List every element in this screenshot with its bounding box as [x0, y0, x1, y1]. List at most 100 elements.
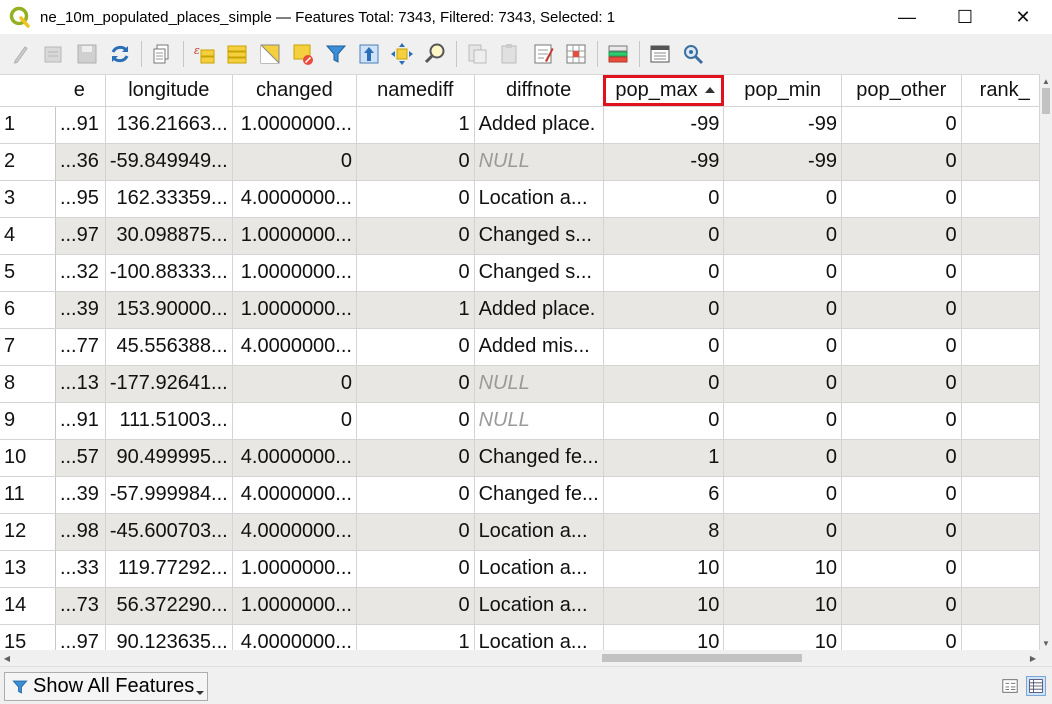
- cell-namediff[interactable]: 0: [356, 365, 475, 403]
- row-header[interactable]: 3: [0, 180, 56, 218]
- cell-pop-max[interactable]: 6: [603, 476, 725, 514]
- column-header-changed[interactable]: changed: [232, 75, 357, 107]
- cell-pop-min[interactable]: 0: [723, 328, 842, 366]
- row-header[interactable]: 15: [0, 624, 56, 650]
- pan-to-selected-button[interactable]: [388, 40, 416, 68]
- cell-longitude[interactable]: 153.90000...: [105, 291, 233, 329]
- cell-truncated[interactable]: 91...: [55, 106, 106, 144]
- cell-diffnote[interactable]: Location a...: [474, 180, 604, 218]
- cell-namediff[interactable]: 0: [356, 587, 475, 625]
- cell-rank[interactable]: [961, 624, 1040, 650]
- cell-longitude[interactable]: 162.33359...: [105, 180, 233, 218]
- cell-rank[interactable]: [961, 143, 1040, 181]
- cell-truncated[interactable]: 39...: [55, 291, 106, 329]
- cell-diffnote[interactable]: Added place.: [474, 291, 604, 329]
- vertical-scroll-thumb[interactable]: [1042, 88, 1050, 114]
- cell-diffnote[interactable]: NULL: [474, 365, 604, 403]
- multi-edit-button[interactable]: [40, 40, 68, 68]
- table-row[interactable]: 11 39... -57.999984... 4.0000000... 0 Changed…: [0, 476, 1040, 514]
- cell-namediff[interactable]: 1: [356, 106, 475, 144]
- row-header[interactable]: 6: [0, 291, 56, 329]
- cell-truncated[interactable]: 77...: [55, 328, 106, 366]
- cell-changed[interactable]: 4.0000000...: [232, 513, 357, 551]
- cell-pop-other[interactable]: 0: [841, 439, 962, 477]
- row-header[interactable]: 4: [0, 217, 56, 255]
- cell-longitude[interactable]: -177.92641...: [105, 365, 233, 403]
- cell-truncated[interactable]: 95...: [55, 180, 106, 218]
- cell-pop-other[interactable]: 0: [841, 365, 962, 403]
- table-row[interactable]: 1 91... 136.21663... 1.0000000... 1 Added pla…: [0, 106, 1040, 144]
- cell-changed[interactable]: 0: [232, 365, 357, 403]
- cell-changed[interactable]: 1.0000000...: [232, 587, 357, 625]
- cell-changed[interactable]: 0: [232, 143, 357, 181]
- scroll-left-icon[interactable]: ◀: [0, 650, 14, 666]
- table-row[interactable]: 10 57... 90.499995... 4.0000000... 0 Changed …: [0, 439, 1040, 477]
- copy-button[interactable]: [148, 40, 176, 68]
- cell-longitude[interactable]: 136.21663...: [105, 106, 233, 144]
- cell-diffnote[interactable]: Changed fe...: [474, 439, 604, 477]
- cell-rank[interactable]: [961, 291, 1040, 329]
- table-row[interactable]: 12 98... -45.600703... 4.0000000... 0 Locatio…: [0, 513, 1040, 551]
- cell-longitude[interactable]: 90.123635...: [105, 624, 233, 650]
- scroll-right-icon[interactable]: ▶: [1026, 650, 1040, 666]
- cell-truncated[interactable]: 91...: [55, 402, 106, 440]
- cell-longitude[interactable]: -57.999984...: [105, 476, 233, 514]
- copy-features-button[interactable]: [463, 40, 491, 68]
- cell-pop-max[interactable]: -99: [603, 106, 725, 144]
- cell-rank[interactable]: [961, 217, 1040, 255]
- cell-namediff[interactable]: 0: [356, 217, 475, 255]
- column-header-namediff[interactable]: namediff: [356, 75, 475, 107]
- zoom-to-selected-button[interactable]: [421, 40, 449, 68]
- cell-rank[interactable]: [961, 439, 1040, 477]
- column-header-longitude[interactable]: longitude: [105, 75, 233, 107]
- table-row[interactable]: 6 39... 153.90000... 1.0000000... 1 Added pla…: [0, 291, 1040, 329]
- cell-pop-other[interactable]: 0: [841, 291, 962, 329]
- cell-diffnote[interactable]: Added mis...: [474, 328, 604, 366]
- conditional-formatting-button[interactable]: [562, 40, 590, 68]
- column-header-pop-min[interactable]: pop_min: [723, 75, 842, 107]
- table-row[interactable]: 14 73... 56.372290... 1.0000000... 0 Location…: [0, 587, 1040, 625]
- cell-pop-max[interactable]: 0: [603, 402, 725, 440]
- cell-truncated[interactable]: 13...: [55, 365, 106, 403]
- close-button[interactable]: ✕: [994, 0, 1052, 34]
- cell-pop-min[interactable]: -99: [723, 106, 842, 144]
- row-header[interactable]: 10: [0, 439, 56, 477]
- cell-pop-min[interactable]: 0: [723, 291, 842, 329]
- cell-changed[interactable]: 1.0000000...: [232, 291, 357, 329]
- cell-truncated[interactable]: 98...: [55, 513, 106, 551]
- column-header-pop-other[interactable]: pop_other: [841, 75, 962, 107]
- column-header-diffnote[interactable]: diffnote: [474, 75, 604, 107]
- cell-pop-min[interactable]: 0: [723, 254, 842, 292]
- show-all-features-button[interactable]: Show All Features: [4, 672, 208, 701]
- cell-truncated[interactable]: 36...: [55, 143, 106, 181]
- table-row[interactable]: 5 32... -100.88333... 1.0000000... 0 Changed …: [0, 254, 1040, 292]
- toggle-editing-button[interactable]: [7, 40, 35, 68]
- row-header[interactable]: 7: [0, 328, 56, 366]
- cell-rank[interactable]: [961, 402, 1040, 440]
- cell-pop-other[interactable]: 0: [841, 476, 962, 514]
- table-row[interactable]: 3 95... 162.33359... 4.0000000... 0 Location …: [0, 180, 1040, 218]
- row-header[interactable]: 14: [0, 587, 56, 625]
- cell-namediff[interactable]: 1: [356, 291, 475, 329]
- cell-rank[interactable]: [961, 550, 1040, 588]
- cell-pop-max[interactable]: 8: [603, 513, 725, 551]
- cell-pop-min[interactable]: 0: [723, 513, 842, 551]
- horizontal-scrollbar[interactable]: ◀ ▶: [0, 650, 1040, 666]
- cell-diffnote[interactable]: Location a...: [474, 624, 604, 650]
- table-row[interactable]: 4 97... 30.098875... 1.0000000... 0 Changed s…: [0, 217, 1040, 255]
- cell-pop-other[interactable]: 0: [841, 550, 962, 588]
- cell-namediff[interactable]: 0: [356, 143, 475, 181]
- cell-pop-other[interactable]: 0: [841, 624, 962, 650]
- cell-truncated[interactable]: 97...: [55, 217, 106, 255]
- cell-changed[interactable]: 1.0000000...: [232, 550, 357, 588]
- row-header[interactable]: 1: [0, 106, 56, 144]
- cell-pop-other[interactable]: 0: [841, 217, 962, 255]
- cell-pop-max[interactable]: 0: [603, 254, 725, 292]
- cell-changed[interactable]: 4.0000000...: [232, 180, 357, 218]
- cell-diffnote[interactable]: Location a...: [474, 550, 604, 588]
- cell-diffnote[interactable]: Added place.: [474, 106, 604, 144]
- row-header[interactable]: 2: [0, 143, 56, 181]
- cell-rank[interactable]: [961, 106, 1040, 144]
- cell-longitude[interactable]: -45.600703...: [105, 513, 233, 551]
- row-header[interactable]: 5: [0, 254, 56, 292]
